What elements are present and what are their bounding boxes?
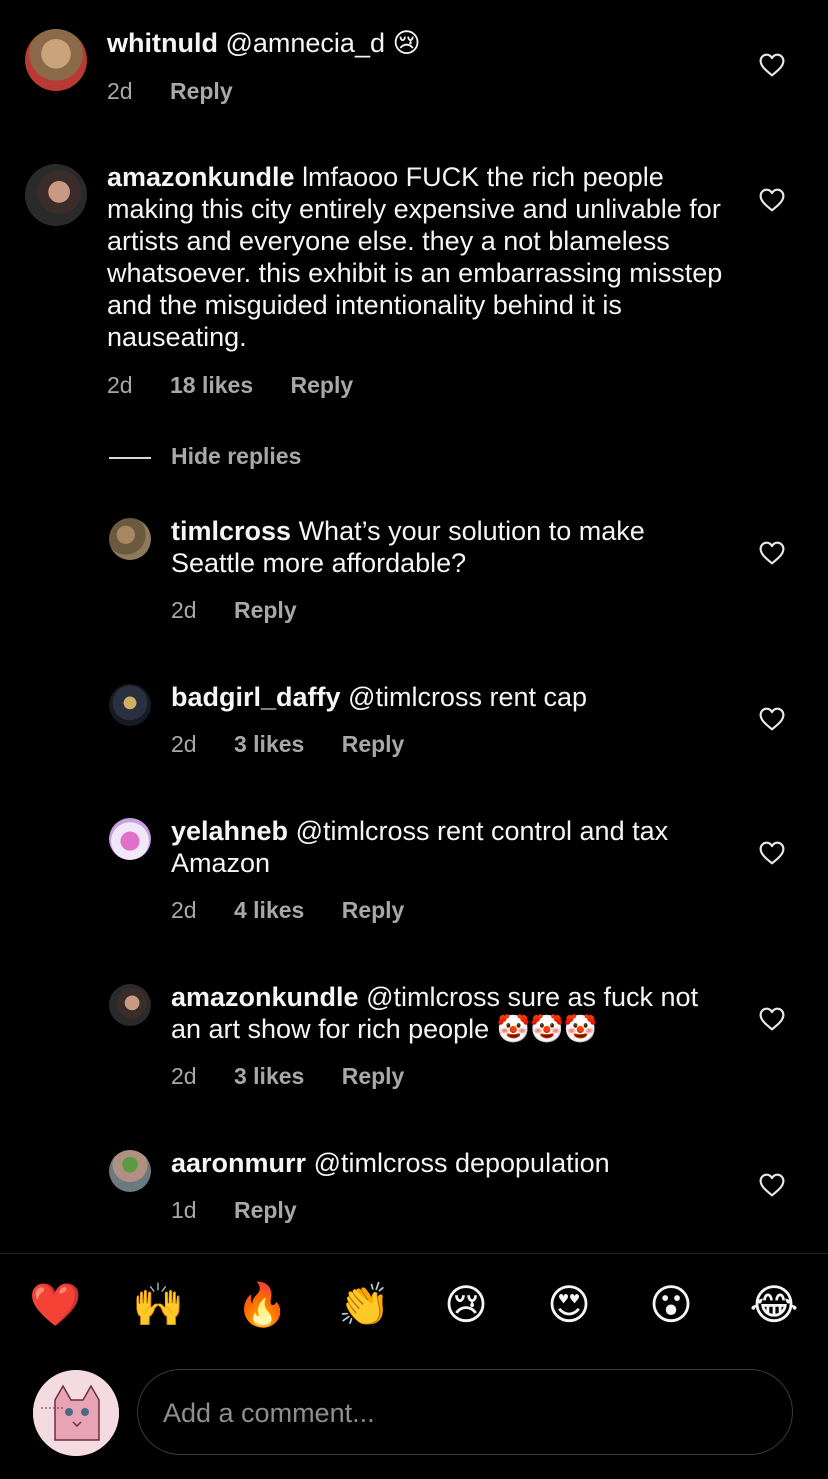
comment-text: amazonkundle lmfaooo FUCK the rich peopl… [107, 161, 727, 353]
heart-outline-icon[interactable] [759, 707, 785, 731]
emoji-reaction-bar: ❤️ 🙌 🔥 👏 😢 😍 😮 😂 [0, 1280, 828, 1336]
comment-meta: 2d Reply [107, 78, 264, 105]
comment-meta: 2d Reply [171, 597, 328, 624]
emoji-clapping-hands[interactable]: 👏 [338, 1280, 390, 1330]
comment-text: whitnuld @amnecia_d 😢 [107, 27, 727, 59]
reply-button[interactable]: Reply [170, 78, 233, 104]
reply-button[interactable]: Reply [291, 372, 354, 398]
current-user-avatar[interactable] [33, 1370, 119, 1456]
emoji-red-heart[interactable]: ❤️ [29, 1280, 81, 1330]
comment-text: amazonkundle @timlcross sure as fuck not… [171, 981, 731, 1045]
avatar[interactable] [109, 1150, 151, 1192]
comment-meta: 2d 18 likes Reply [107, 372, 384, 399]
reply-button[interactable]: Reply [234, 1197, 297, 1223]
reply-button[interactable]: Reply [342, 731, 405, 757]
avatar[interactable] [109, 818, 151, 860]
avatar[interactable] [109, 518, 151, 560]
emoji-laughing-tears[interactable]: 😂 [749, 1280, 799, 1330]
comment-input-placeholder: Add a comment... [163, 1398, 375, 1428]
comment-username[interactable]: timlcross [171, 516, 291, 546]
divider [0, 1253, 828, 1254]
comment-text: timlcross What’s your solution to make S… [171, 515, 731, 579]
hide-replies-label[interactable]: Hide replies [171, 443, 301, 470]
comment-body: @amnecia_d 😢 [225, 28, 421, 58]
heart-outline-icon[interactable] [759, 1173, 785, 1197]
comment-text: badgirl_daffy @timlcross rent cap [171, 681, 731, 713]
heart-outline-icon[interactable] [759, 1007, 785, 1031]
likes-count[interactable]: 18 likes [170, 372, 253, 398]
comment-time: 2d [171, 731, 197, 757]
comment-time: 2d [171, 1063, 197, 1089]
emoji-surprised-face[interactable]: 😮 [646, 1280, 696, 1330]
divider-line [109, 457, 151, 459]
comment-meta: 1d Reply [171, 1197, 328, 1224]
comment-text: yelahneb @timlcross rent control and tax… [171, 815, 731, 879]
likes-count[interactable]: 4 likes [234, 897, 304, 923]
reply-button[interactable]: Reply [342, 1063, 405, 1089]
emoji-heart-eyes[interactable]: 😍 [544, 1280, 594, 1330]
comment-body: @timlcross rent cap [348, 682, 588, 712]
comment-body: @timlcross depopulation [313, 1148, 610, 1178]
avatar[interactable] [109, 984, 151, 1026]
comments-screen: whitnuld @amnecia_d 😢 2d Reply amazonkun… [0, 0, 828, 1479]
comment-username[interactable]: yelahneb [171, 816, 288, 846]
avatar[interactable] [25, 164, 87, 226]
cat-drawing-icon [33, 1370, 119, 1456]
heart-outline-icon[interactable] [759, 188, 785, 212]
reply-button[interactable]: Reply [342, 897, 405, 923]
emoji-crying-face[interactable]: 😢 [441, 1280, 491, 1330]
emoji-fire[interactable]: 🔥 [236, 1280, 288, 1330]
comment-time: 2d [171, 897, 197, 923]
heart-outline-icon[interactable] [759, 541, 785, 565]
emoji-raising-hands[interactable]: 🙌 [132, 1280, 184, 1330]
comment-username[interactable]: amazonkundle [107, 162, 295, 192]
comment-time: 2d [107, 372, 133, 398]
comment-meta: 2d 3 likes Reply [171, 731, 435, 758]
heart-outline-icon[interactable] [759, 841, 785, 865]
comment-time: 2d [107, 78, 133, 104]
comment-meta: 2d 3 likes Reply [171, 1063, 435, 1090]
comment-username[interactable]: whitnuld [107, 28, 218, 58]
comment-time: 1d [171, 1197, 197, 1223]
comment-input[interactable]: Add a comment... [137, 1369, 793, 1455]
likes-count[interactable]: 3 likes [234, 1063, 304, 1089]
comment-time: 2d [171, 597, 197, 623]
comment-username[interactable]: badgirl_daffy [171, 682, 341, 712]
avatar[interactable] [109, 684, 151, 726]
comment-meta: 2d 4 likes Reply [171, 897, 435, 924]
heart-outline-icon[interactable] [759, 53, 785, 77]
comment-username[interactable]: amazonkundle [171, 982, 359, 1012]
comment-text: aaronmurr @timlcross depopulation [171, 1147, 731, 1179]
comment-username[interactable]: aaronmurr [171, 1148, 306, 1178]
reply-button[interactable]: Reply [234, 597, 297, 623]
likes-count[interactable]: 3 likes [234, 731, 304, 757]
avatar[interactable] [25, 29, 87, 91]
